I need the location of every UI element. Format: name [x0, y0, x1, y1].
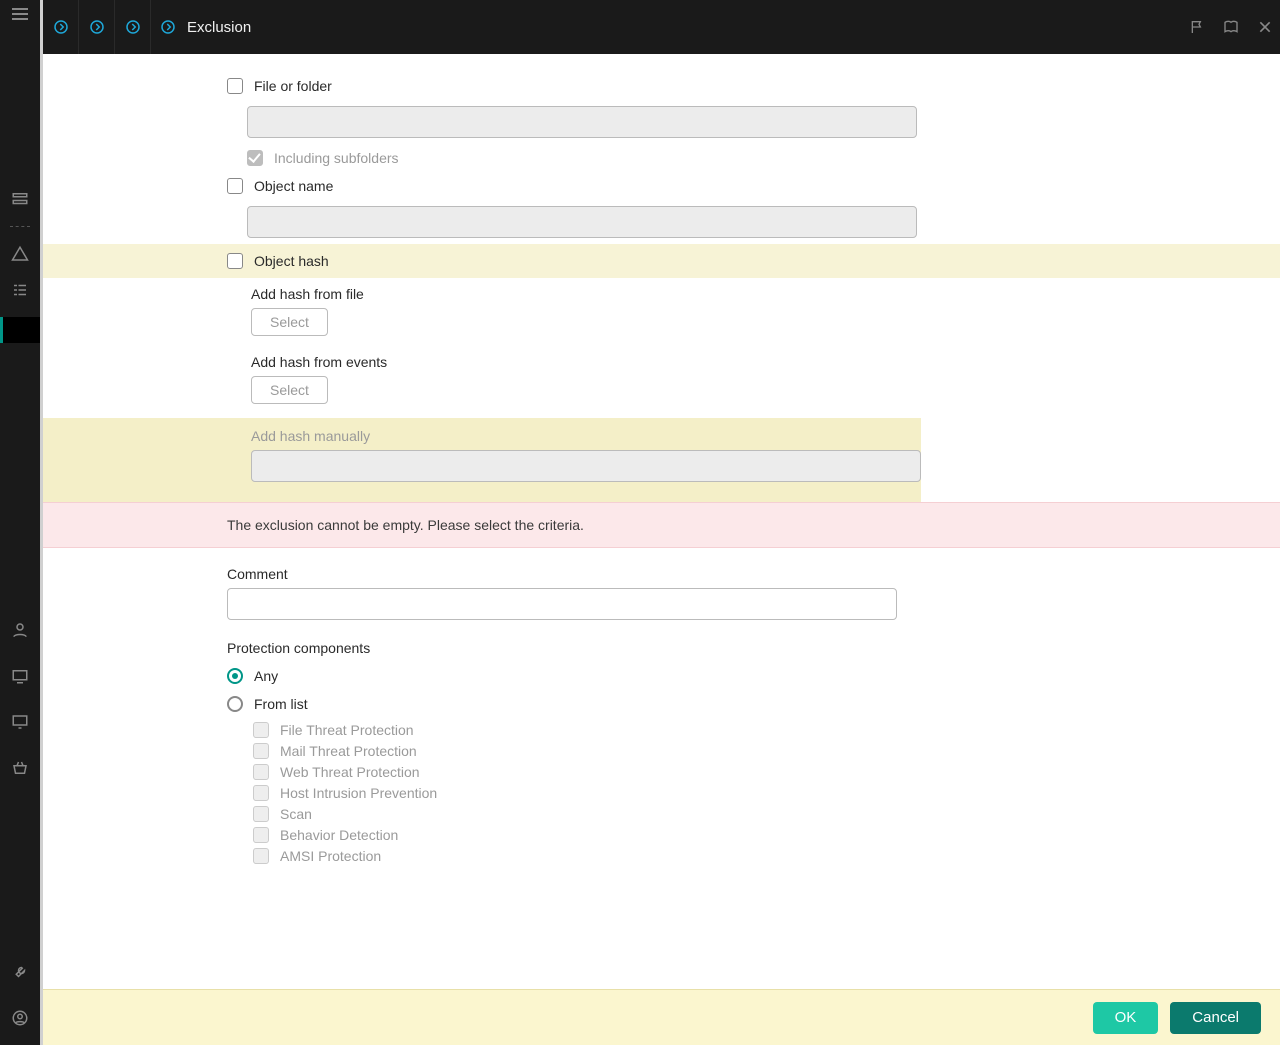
account-icon[interactable] — [11, 1009, 29, 1027]
active-nav-indicator — [0, 317, 40, 343]
monitor-icon[interactable] — [11, 713, 29, 731]
component-checkbox — [253, 722, 269, 738]
add-hash-manual-label: Add hash manually — [43, 428, 921, 448]
component-label: Mail Threat Protection — [280, 743, 417, 759]
radio-from-list-label: From list — [254, 696, 308, 712]
book-icon[interactable] — [1223, 19, 1239, 35]
basket-icon[interactable] — [11, 759, 29, 777]
component-checkbox — [253, 785, 269, 801]
component-checkbox — [253, 806, 269, 822]
exclusion-dialog: Exclusion File or folder Including subfo… — [43, 0, 1280, 1045]
hash-block: Add hash from file Select Add hash from … — [43, 278, 1280, 418]
component-checkbox — [253, 827, 269, 843]
including-subfolders-label: Including subfolders — [274, 150, 399, 166]
manual-hash-input[interactable] — [251, 450, 921, 482]
component-label: Host Intrusion Prevention — [280, 785, 437, 801]
select-hash-events-button[interactable]: Select — [251, 376, 328, 404]
nav-sidebar — [0, 0, 40, 1045]
components-list: File Threat Protection Mail Threat Prote… — [43, 718, 1280, 864]
comment-input[interactable] — [227, 588, 897, 620]
object-hash-checkbox[interactable] — [227, 253, 243, 269]
radio-any[interactable] — [227, 668, 243, 684]
divider — [10, 226, 30, 227]
chevron-circle-icon — [159, 18, 177, 36]
devices-icon[interactable] — [11, 667, 29, 685]
user-icon[interactable] — [11, 621, 29, 639]
add-hash-events-label: Add hash from events — [43, 342, 1280, 374]
object-name-row: Object name — [43, 172, 1280, 200]
radio-any-label: Any — [254, 668, 278, 684]
add-hash-file-label: Add hash from file — [43, 278, 1280, 306]
object-name-checkbox[interactable] — [227, 178, 243, 194]
flag-icon[interactable] — [1189, 19, 1205, 35]
comment-label: Comment — [43, 548, 1280, 586]
component-checkbox — [253, 743, 269, 759]
breadcrumb-chevron-3[interactable] — [115, 0, 151, 54]
radio-from-list[interactable] — [227, 696, 243, 712]
select-hash-file-button[interactable]: Select — [251, 308, 328, 336]
component-label: AMSI Protection — [280, 848, 381, 864]
component-label: Web Threat Protection — [280, 764, 420, 780]
close-icon[interactable] — [1257, 19, 1273, 35]
object-name-input-row — [43, 200, 1280, 244]
file-or-folder-label: File or folder — [254, 78, 332, 94]
file-or-folder-input[interactable] — [247, 106, 917, 138]
component-label: Behavior Detection — [280, 827, 398, 843]
alert-icon[interactable] — [11, 245, 29, 263]
including-subfolders-checkbox[interactable] — [247, 150, 263, 166]
breadcrumb-chevron-1[interactable] — [43, 0, 79, 54]
file-or-folder-checkbox[interactable] — [227, 78, 243, 94]
radio-fromlist-row: From list — [43, 690, 1280, 718]
wrench-icon[interactable] — [11, 963, 29, 981]
manual-hash-block: Add hash manually — [43, 418, 921, 502]
including-subfolders-row: Including subfolders — [43, 144, 1280, 172]
file-or-folder-input-row — [43, 100, 1280, 144]
dialog-footer: OK Cancel — [43, 989, 1280, 1045]
file-or-folder-row: File or folder — [43, 72, 1280, 100]
dashboard-icon[interactable] — [11, 190, 29, 208]
dialog-body: File or folder Including subfolders Obje… — [43, 54, 1280, 989]
cancel-button[interactable]: Cancel — [1170, 1002, 1261, 1034]
bg-panel-3 — [42, 0, 43, 1045]
ok-button[interactable]: OK — [1093, 1002, 1159, 1034]
component-label: Scan — [280, 806, 312, 822]
app-root: Exclusion File or folder Including subfo… — [0, 0, 1280, 1045]
dialog-title: Exclusion — [187, 19, 251, 36]
list-icon[interactable] — [11, 281, 29, 299]
error-message: The exclusion cannot be empty. Please se… — [43, 502, 1280, 548]
object-hash-label: Object hash — [254, 253, 329, 269]
object-name-label: Object name — [254, 178, 333, 194]
menu-icon[interactable] — [12, 8, 28, 20]
object-name-input[interactable] — [247, 206, 917, 238]
component-label: File Threat Protection — [280, 722, 414, 738]
object-hash-row: Object hash — [43, 244, 1280, 278]
breadcrumb-chevron-2[interactable] — [79, 0, 115, 54]
component-checkbox — [253, 848, 269, 864]
protection-components-label: Protection components — [43, 626, 1280, 660]
dialog-header: Exclusion — [43, 0, 1280, 54]
component-checkbox — [253, 764, 269, 780]
radio-any-row: Any — [43, 660, 1280, 690]
